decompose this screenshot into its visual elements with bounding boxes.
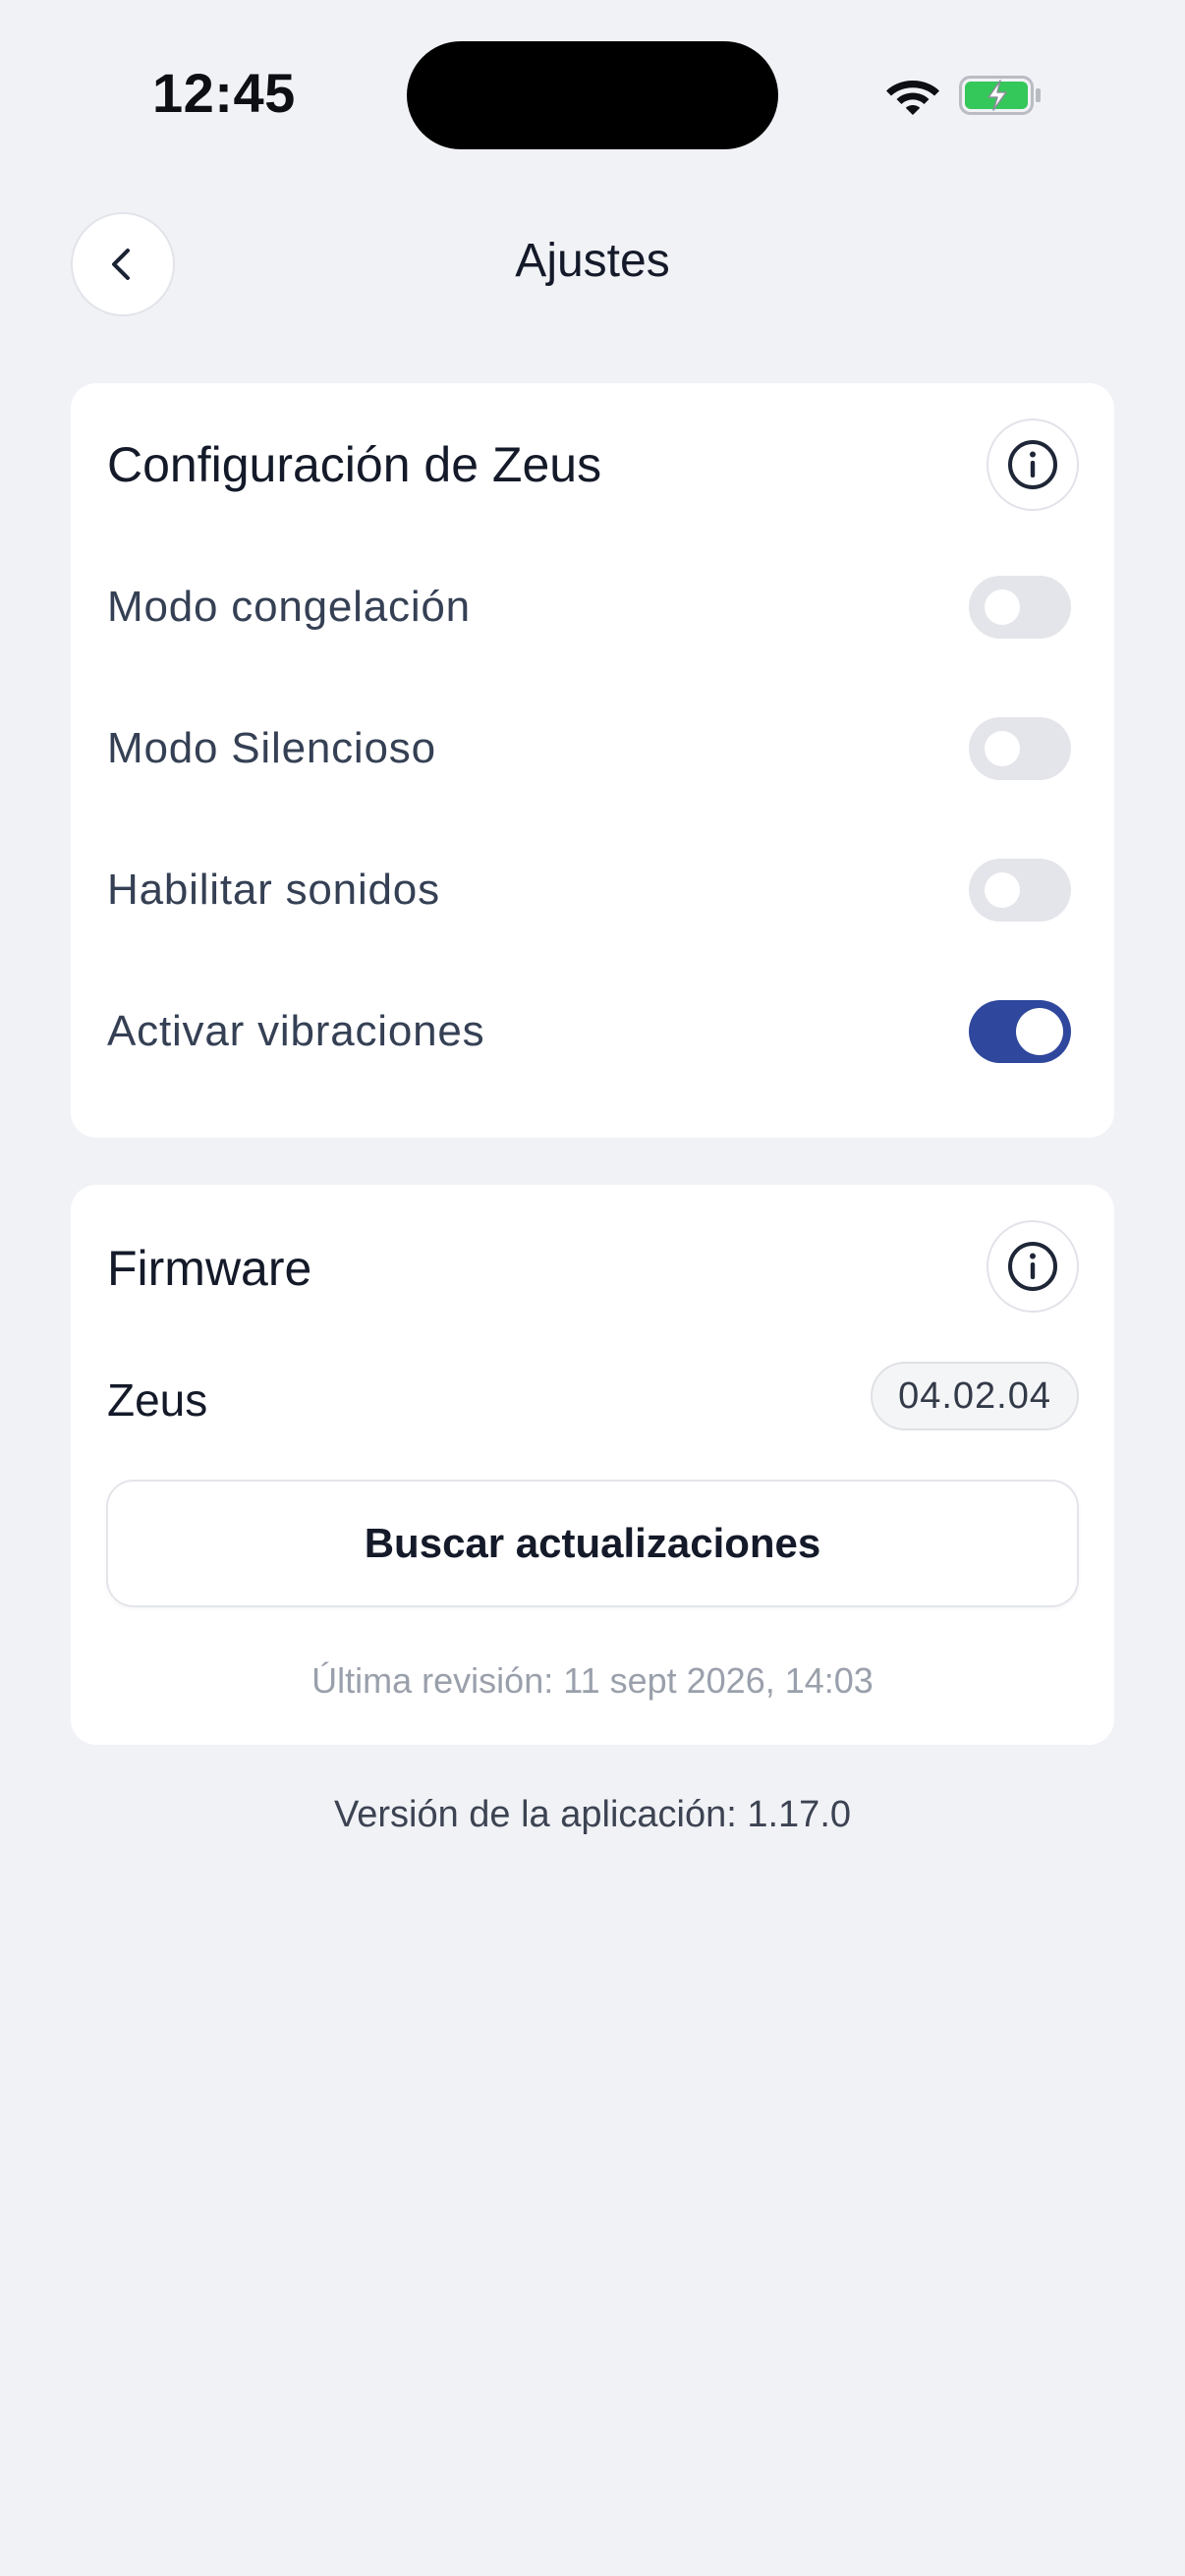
firmware-card: Firmware Zeus 04.02.04 Buscar actualizac… xyxy=(71,1185,1114,1745)
setting-label: Habilitar sonidos xyxy=(107,866,440,914)
silent-mode-toggle[interactable] xyxy=(969,717,1071,780)
setting-label: Modo congelación xyxy=(107,583,471,631)
check-updates-button[interactable]: Buscar actualizaciones xyxy=(106,1480,1079,1607)
setting-label: Modo Silencioso xyxy=(107,724,436,772)
toggle-knob xyxy=(985,731,1020,766)
info-icon xyxy=(1008,440,1057,489)
info-icon xyxy=(1008,1242,1057,1291)
setting-row-enable-sounds: Habilitar sonidos xyxy=(107,855,1071,925)
setting-label: Activar vibraciones xyxy=(107,1007,485,1055)
dynamic-island xyxy=(407,41,778,149)
app-version-text: Versión de la aplicación: 1.17.0 xyxy=(333,1794,852,1835)
toggle-knob xyxy=(985,872,1020,908)
freeze-mode-toggle[interactable] xyxy=(969,576,1071,639)
toggle-knob xyxy=(1016,1008,1063,1055)
enable-sounds-toggle[interactable] xyxy=(969,859,1071,922)
zeus-settings-info-button[interactable] xyxy=(987,419,1079,511)
zeus-settings-title: Configuración de Zeus xyxy=(107,437,602,492)
vibrations-toggle[interactable] xyxy=(969,1000,1071,1063)
page-title: Ajustes xyxy=(515,235,670,287)
setting-row-freeze-mode: Modo congelación xyxy=(107,572,1071,643)
firmware-title: Firmware xyxy=(107,1241,312,1296)
status-time: 12:45 xyxy=(152,62,296,124)
wifi-icon xyxy=(886,81,939,115)
toggle-knob xyxy=(985,589,1020,625)
battery-charging-icon xyxy=(959,76,1041,115)
firmware-device-name: Zeus xyxy=(107,1374,208,1426)
setting-row-vibrations: Activar vibraciones xyxy=(107,996,1071,1067)
zeus-settings-card: Configuración de Zeus Modo congelación M… xyxy=(71,383,1114,1138)
firmware-info-button[interactable] xyxy=(987,1220,1079,1313)
setting-row-silent-mode: Modo Silencioso xyxy=(107,713,1071,784)
firmware-version-badge: 04.02.04 xyxy=(871,1362,1079,1430)
last-check-text: Última revisión: 11 sept 2026, 14:03 xyxy=(311,1660,874,1701)
status-bar: 12:45 xyxy=(0,0,1185,187)
